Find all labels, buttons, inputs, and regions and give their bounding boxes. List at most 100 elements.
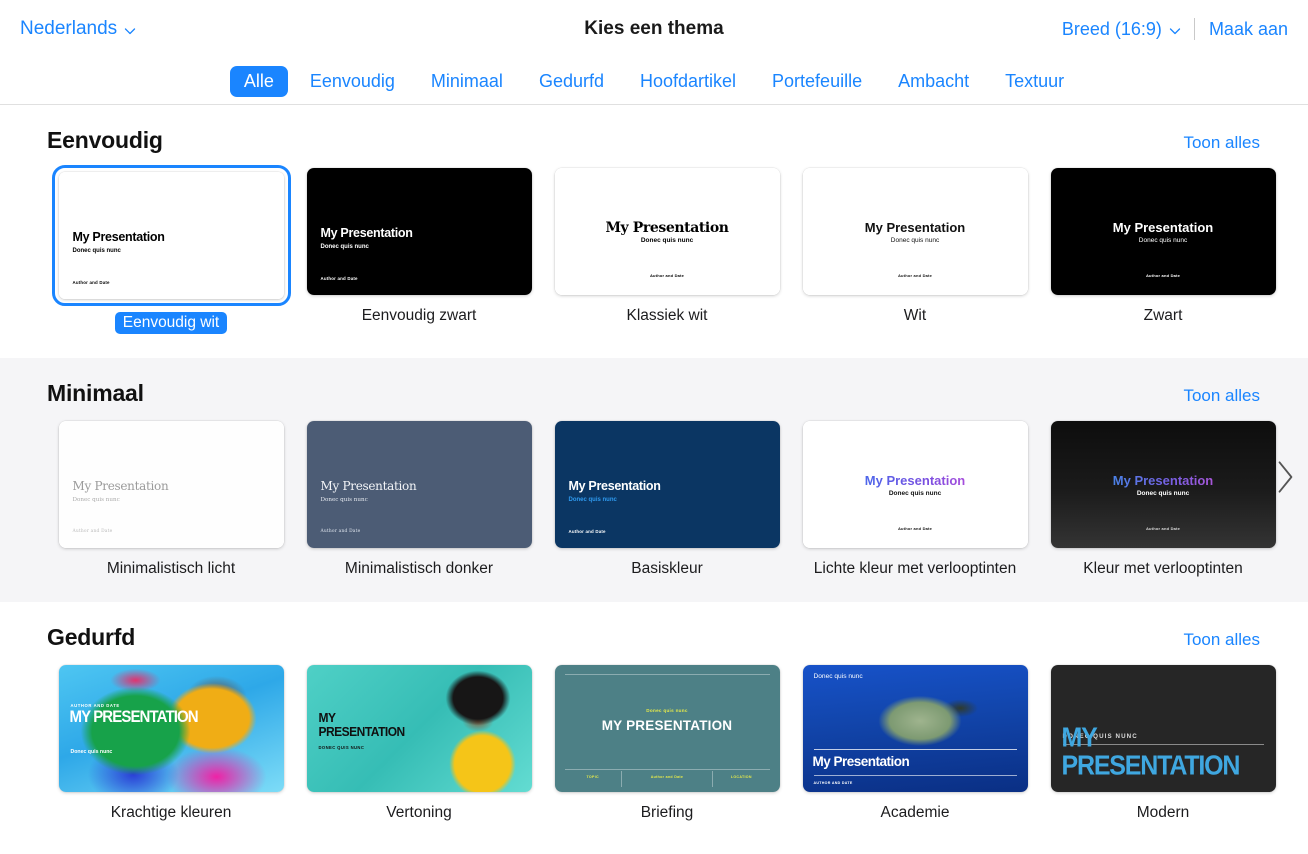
theme-name-label: Klassiek wit (627, 307, 708, 325)
theme-thumbnail[interactable]: My Presentation Donec quis nunc Author a… (803, 421, 1028, 548)
slide-title: My Presentation (555, 220, 780, 236)
section-title: Eenvoudig (47, 127, 163, 154)
theme-thumbnail[interactable]: Donec quis nunc MY PRESENTATION TOPIC Au… (555, 665, 780, 792)
slide-subtitle: Donec quis nunc (555, 708, 780, 713)
slide-subtitle: Donec quis nunc (73, 497, 120, 503)
theme-thumbnail[interactable]: My Presentation Donec quis nunc Author a… (555, 421, 780, 548)
top-toolbar: Nederlands Kies een thema Breed (16:9) M… (0, 0, 1308, 105)
chevron-right-icon[interactable] (1270, 454, 1300, 500)
theme-thumbnail[interactable]: My Presentation Donec quis nunc Author a… (555, 168, 780, 295)
theme-thumbnail[interactable]: My Presentation Donec quis nunc Author a… (307, 421, 532, 548)
theme-name-label: Modern (1137, 804, 1190, 822)
tab-gedurfd[interactable]: Gedurfd (525, 66, 618, 97)
show-all-link[interactable]: Toon alles (1183, 133, 1260, 153)
theme-name-label: Minimalistisch licht (107, 560, 235, 578)
slide-author: Author and Date (73, 280, 110, 285)
slide-title: My Presentation (73, 479, 169, 493)
theme-thumbnail[interactable]: Donec quis nunc My Presentation AUTHOR A… (803, 665, 1028, 792)
slide-subtitle: Donec quis nunc (73, 248, 121, 254)
tab-portefeuille[interactable]: Portefeuille (758, 66, 876, 97)
slide-author: Author and Date (1051, 273, 1276, 278)
slide-subtitle: Donec quis nunc (321, 244, 369, 250)
theme-card[interactable]: My Presentation Donec quis nunc Author a… (1039, 421, 1287, 578)
theme-name-label: Lichte kleur met verlooptinten (814, 560, 1016, 578)
slide-rule-top (565, 674, 770, 675)
aspect-ratio-picker[interactable]: Breed (16:9) (1062, 19, 1194, 40)
theme-row: AUTHOR AND DATE MY PRESENTATION Donec qu… (0, 665, 1308, 822)
theme-thumbnail[interactable]: My Presentation Donec quis nunc Author a… (59, 421, 284, 548)
theme-thumbnail[interactable]: My Presentation Donec quis nunc Author a… (55, 168, 288, 303)
slide-author: Author and Date (803, 273, 1028, 278)
slide-footer: TOPIC Author and Date LOCATION (565, 771, 770, 787)
theme-card[interactable]: My Presentation Donec quis nunc Author a… (295, 421, 543, 578)
theme-thumbnail[interactable]: MYPRESENTATION DONEC QUIS NUNC (307, 665, 532, 792)
toolbar-right-group: Breed (16:9) Maak aan (1062, 18, 1288, 40)
theme-card[interactable]: DONEC QUIS NUNC MY PRESENTATION Modern (1039, 665, 1287, 822)
theme-name-label: Wit (904, 307, 926, 325)
theme-name-label: Vertoning (386, 804, 452, 822)
theme-thumbnail[interactable]: My Presentation Donec quis nunc Author a… (307, 168, 532, 295)
theme-thumbnail[interactable]: DONEC QUIS NUNC MY PRESENTATION (1051, 665, 1276, 792)
slide-title: MY PRESENTATION (70, 709, 198, 726)
language-label: Nederlands (20, 18, 117, 40)
theme-name-label: Eenvoudig wit (115, 312, 228, 334)
slide-title: MY PRESENTATION (1062, 724, 1276, 780)
slide-footer-topic: TOPIC (565, 771, 621, 787)
theme-thumbnail[interactable]: My Presentation Donec quis nunc Author a… (1051, 168, 1276, 295)
slide-subtitle: Donec quis nunc (1051, 237, 1276, 244)
theme-card[interactable]: My Presentation Donec quis nunc Author a… (543, 168, 791, 334)
theme-card[interactable]: Donec quis nunc MY PRESENTATION TOPIC Au… (543, 665, 791, 822)
slide-author: Author and Date (321, 529, 361, 534)
theme-scroll-area[interactable]: Eenvoudig Toon alles My Presentation Done… (0, 105, 1308, 854)
theme-card[interactable]: My Presentation Donec quis nunc Author a… (791, 421, 1039, 578)
slide-subtitle: Donec quis nunc (555, 237, 780, 244)
show-all-link[interactable]: Toon alles (1183, 630, 1260, 650)
slide-subtitle: DONEC QUIS NUNC (319, 745, 365, 750)
slide-title: My Presentation (569, 479, 661, 493)
theme-card[interactable]: My Presentation Donec quis nunc Author a… (791, 168, 1039, 334)
slide-author: AUTHOR AND DATE (814, 781, 853, 785)
create-button[interactable]: Maak aan (1195, 19, 1288, 40)
theme-card[interactable]: MYPRESENTATION DONEC QUIS NUNC Vertoning (295, 665, 543, 822)
theme-thumbnail[interactable]: AUTHOR AND DATE MY PRESENTATION Donec qu… (59, 665, 284, 792)
theme-thumbnail[interactable]: My Presentation Donec quis nunc Author a… (803, 168, 1028, 295)
theme-section: GedurfdToon alles AUTHOR AND DATE MY PRE… (0, 602, 1308, 846)
slide-author: Author and Date (621, 771, 713, 787)
slide-title: My Presentation (321, 479, 417, 493)
toolbar-row: Nederlands Kies een thema Breed (16:9) M… (0, 0, 1308, 58)
theme-section: MinimaalToon alles My Presentation Donec… (0, 358, 1308, 602)
slide-subtitle: Donec quis nunc (814, 673, 863, 680)
tab-ambacht[interactable]: Ambacht (884, 66, 983, 97)
theme-row: My Presentation Donec quis nunc Author a… (0, 421, 1308, 578)
slide-author: Author and Date (555, 273, 780, 278)
tab-eenvoudig[interactable]: Eenvoudig (296, 66, 409, 97)
theme-card[interactable]: My Presentation Donec quis nunc Author a… (47, 168, 295, 334)
theme-name-label: Briefing (641, 804, 694, 822)
slide-subtitle: Donec quis nunc (803, 237, 1028, 244)
theme-thumbnail[interactable]: My Presentation Donec quis nunc Author a… (1051, 421, 1276, 548)
category-tabs: Alle Eenvoudig Minimaal Gedurfd Hoofdartikel… (0, 58, 1308, 104)
theme-name-label: Minimalistisch donker (345, 560, 493, 578)
theme-card[interactable]: My Presentation Donec quis nunc Author a… (543, 421, 791, 578)
slide-title: My Presentation (1051, 220, 1276, 235)
tab-alle[interactable]: Alle (230, 66, 288, 97)
slide-rule-bottom (565, 769, 770, 770)
section-header: MinimaalToon alles (0, 380, 1308, 407)
tab-textuur[interactable]: Textuur (991, 66, 1078, 97)
slide-rule-bottom (814, 775, 1017, 776)
tab-minimaal[interactable]: Minimaal (417, 66, 517, 97)
slide-title: My Presentation (803, 220, 1028, 235)
theme-name-label: Krachtige kleuren (111, 804, 232, 822)
slide-author: Author and Date (321, 276, 358, 281)
show-all-link[interactable]: Toon alles (1183, 386, 1260, 406)
slide-subtitle: Donec quis nunc (71, 749, 113, 755)
theme-card[interactable]: My Presentation Donec quis nunc Author a… (47, 421, 295, 578)
slide-subtitle: Donec quis nunc (1051, 490, 1276, 497)
tab-hoofdartikel[interactable]: Hoofdartikel (626, 66, 750, 97)
language-picker[interactable]: Nederlands (20, 18, 135, 40)
theme-card[interactable]: My Presentation Donec quis nunc Author a… (295, 168, 543, 334)
aspect-ratio-label: Breed (16:9) (1062, 19, 1162, 40)
theme-card[interactable]: AUTHOR AND DATE MY PRESENTATION Donec qu… (47, 665, 295, 822)
theme-card[interactable]: My Presentation Donec quis nunc Author a… (1039, 168, 1287, 334)
theme-card[interactable]: Donec quis nunc My Presentation AUTHOR A… (791, 665, 1039, 822)
